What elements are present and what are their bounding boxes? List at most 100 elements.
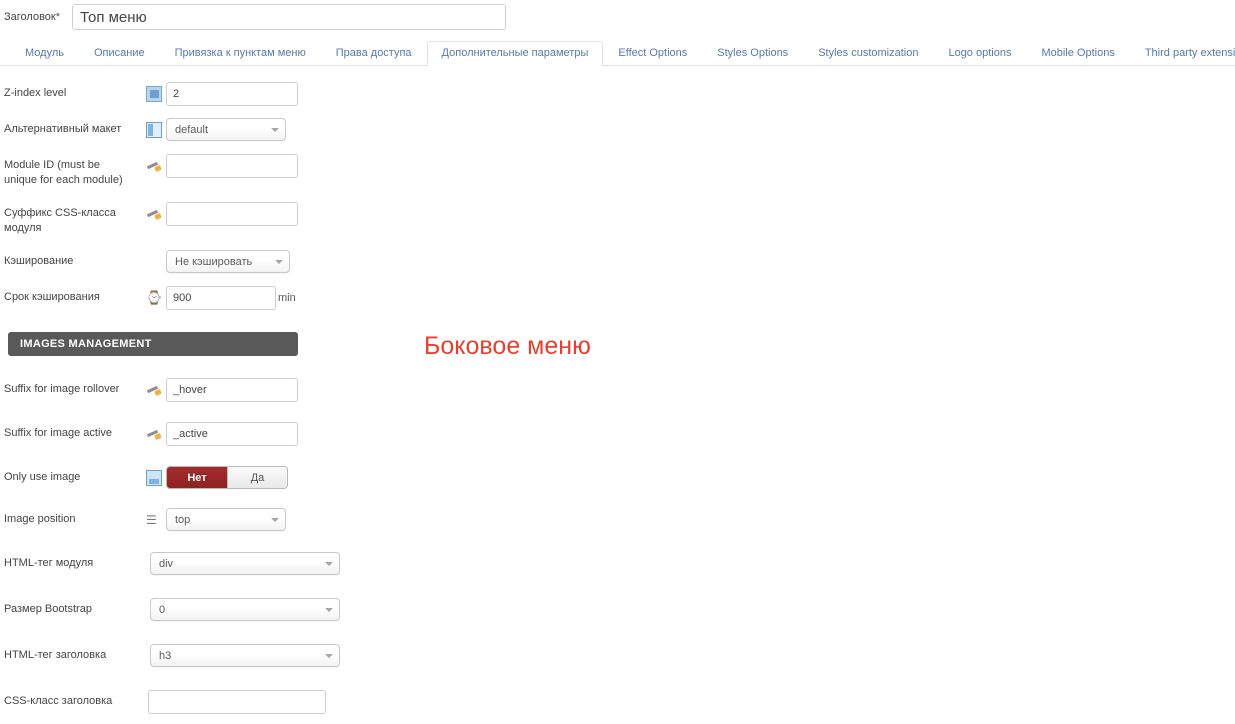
control-image-rollover-suffix <box>146 378 298 402</box>
module-title-input[interactable] <box>72 4 506 30</box>
bootstrap-size-select[interactable]: 0 <box>150 598 340 621</box>
chevron-down-icon <box>271 517 279 522</box>
advanced-parameters-form: Z-index level Альтернативный макет defau… <box>0 66 1235 724</box>
row-css-suffix: Суффикс CSS-класса модуля <box>4 202 1235 236</box>
chevron-down-icon <box>325 561 333 566</box>
caching-select[interactable]: Не кэшировать <box>166 250 290 273</box>
tab-styles-options[interactable]: Styles Options <box>702 41 803 66</box>
tab-advanced-parameters[interactable]: Дополнительные параметры <box>426 41 604 66</box>
control-alternative-layout: default <box>146 118 286 141</box>
tab-bar[interactable]: Модуль Описание Привязка к пунктам меню … <box>0 41 1235 66</box>
tab-module[interactable]: Модуль <box>10 41 79 66</box>
layers-icon <box>146 86 162 102</box>
control-only-use-image: Нет Да <box>146 466 288 489</box>
image-icon <box>146 469 162 486</box>
tab-description[interactable]: Описание <box>79 41 160 66</box>
control-module-html-tag: div <box>150 552 340 575</box>
image-position-value: top <box>175 513 191 526</box>
pencil-icon <box>146 426 162 442</box>
image-position-select[interactable]: top <box>166 508 286 531</box>
hourglass-icon: ⌚ <box>146 290 163 305</box>
label-image-active-suffix: Suffix for image active <box>4 427 113 439</box>
header-css-class-input[interactable] <box>148 690 326 714</box>
annotation-sidebar-menu: Боковое меню <box>424 332 591 360</box>
alternative-layout-value: default <box>175 123 209 136</box>
row-cache-time: Срок кэширования ⌚ min <box>4 286 1235 310</box>
list-icon: ☰ <box>146 512 157 527</box>
label-image-position: Image position <box>4 513 76 525</box>
row-module-html-tag: HTML-тег модуля div <box>4 552 1235 576</box>
zindex-level-input[interactable] <box>166 82 298 106</box>
label-header-css-class: CSS-класс заголовка <box>4 695 113 707</box>
caching-value: Не кэшировать <box>175 255 253 268</box>
module-title-row: Заголовок* <box>0 0 1235 34</box>
alternative-layout-select[interactable]: default <box>166 118 286 141</box>
label-css-suffix: Суффикс CSS-класса модуля <box>4 207 116 234</box>
label-bootstrap-size: Размер Bootstrap <box>4 603 92 615</box>
label-module-id: Module ID (must be unique for each modul… <box>4 159 123 186</box>
tab-styles-customization[interactable]: Styles customization <box>803 41 933 66</box>
image-rollover-suffix-input[interactable] <box>166 378 298 402</box>
image-active-suffix-input[interactable] <box>166 422 298 446</box>
control-image-active-suffix <box>146 422 298 446</box>
control-module-id <box>146 154 298 178</box>
images-management-section-header: IMAGES MANAGEMENT <box>8 332 298 356</box>
pencil-icon <box>146 158 162 174</box>
bootstrap-size-value: 0 <box>159 603 166 616</box>
control-caching: Не кэшировать <box>166 250 290 273</box>
chevron-down-icon <box>325 607 333 612</box>
label-only-use-image: Only use image <box>4 471 81 483</box>
tab-mobile-options[interactable]: Mobile Options <box>1026 41 1129 66</box>
row-image-active-suffix: Suffix for image active <box>4 422 1235 446</box>
header-html-tag-value: h3 <box>159 649 172 662</box>
row-caching: Кэширование Не кэшировать <box>4 250 1235 274</box>
tab-permissions[interactable]: Права доступа <box>321 41 427 66</box>
tab-third-party-extensions-options[interactable]: Third party extensions Options <box>1130 41 1235 66</box>
required-marker: * <box>55 11 60 23</box>
only-use-image-toggle[interactable]: Нет Да <box>166 466 288 489</box>
module-id-input[interactable] <box>166 154 298 178</box>
control-header-html-tag: h3 <box>150 644 340 667</box>
row-only-use-image: Only use image Нет Да <box>4 466 1235 490</box>
tab-menu-assignment[interactable]: Привязка к пунктам меню <box>160 41 321 66</box>
row-zindex-level: Z-index level <box>4 82 1235 106</box>
only-use-image-option-yes[interactable]: Да <box>227 467 287 488</box>
control-bootstrap-size: 0 <box>150 598 340 621</box>
control-header-css-class <box>148 690 326 714</box>
label-alternative-layout: Альтернативный макет <box>4 123 122 135</box>
label-module-html-tag: HTML-тег модуля <box>4 557 94 569</box>
control-css-suffix <box>146 202 298 226</box>
chevron-down-icon <box>275 259 283 264</box>
row-header-css-class: CSS-класс заголовка <box>4 690 1235 714</box>
module-title-label: Заголовок* <box>4 11 72 23</box>
row-module-id: Module ID (must be unique for each modul… <box>4 154 1235 188</box>
chevron-down-icon <box>271 127 279 132</box>
cache-time-input[interactable] <box>166 286 276 310</box>
row-header-html-tag: HTML-тег заголовка h3 <box>4 644 1235 668</box>
label-zindex-level: Z-index level <box>4 87 67 99</box>
row-image-rollover-suffix: Suffix for image rollover <box>4 378 1235 402</box>
tab-effect-options[interactable]: Effect Options <box>603 41 702 66</box>
row-bootstrap-size: Размер Bootstrap 0 <box>4 598 1235 622</box>
header-html-tag-select[interactable]: h3 <box>150 644 340 667</box>
window-icon <box>146 121 162 138</box>
row-image-position: Image position ☰ top <box>4 508 1235 532</box>
pencil-icon <box>146 206 162 222</box>
module-html-tag-value: div <box>159 557 174 570</box>
pencil-icon <box>146 382 162 398</box>
label-cache-time: Срок кэширования <box>4 291 100 303</box>
control-zindex-level <box>146 82 298 106</box>
module-html-tag-select[interactable]: div <box>150 552 340 575</box>
label-image-rollover-suffix: Suffix for image rollover <box>4 383 120 395</box>
chevron-down-icon <box>325 653 333 658</box>
label-header-html-tag: HTML-тег заголовка <box>4 649 107 661</box>
css-suffix-input[interactable] <box>166 202 298 226</box>
row-alternative-layout: Альтернативный макет default <box>4 118 1235 142</box>
only-use-image-option-no[interactable]: Нет <box>167 467 227 488</box>
control-image-position: ☰ top <box>146 508 286 531</box>
cache-time-unit: min <box>278 292 296 304</box>
tab-logo-options[interactable]: Logo options <box>933 41 1026 66</box>
control-cache-time: ⌚ min <box>146 286 296 310</box>
module-title-label-text: Заголовок <box>4 11 56 23</box>
label-caching: Кэширование <box>4 255 74 267</box>
